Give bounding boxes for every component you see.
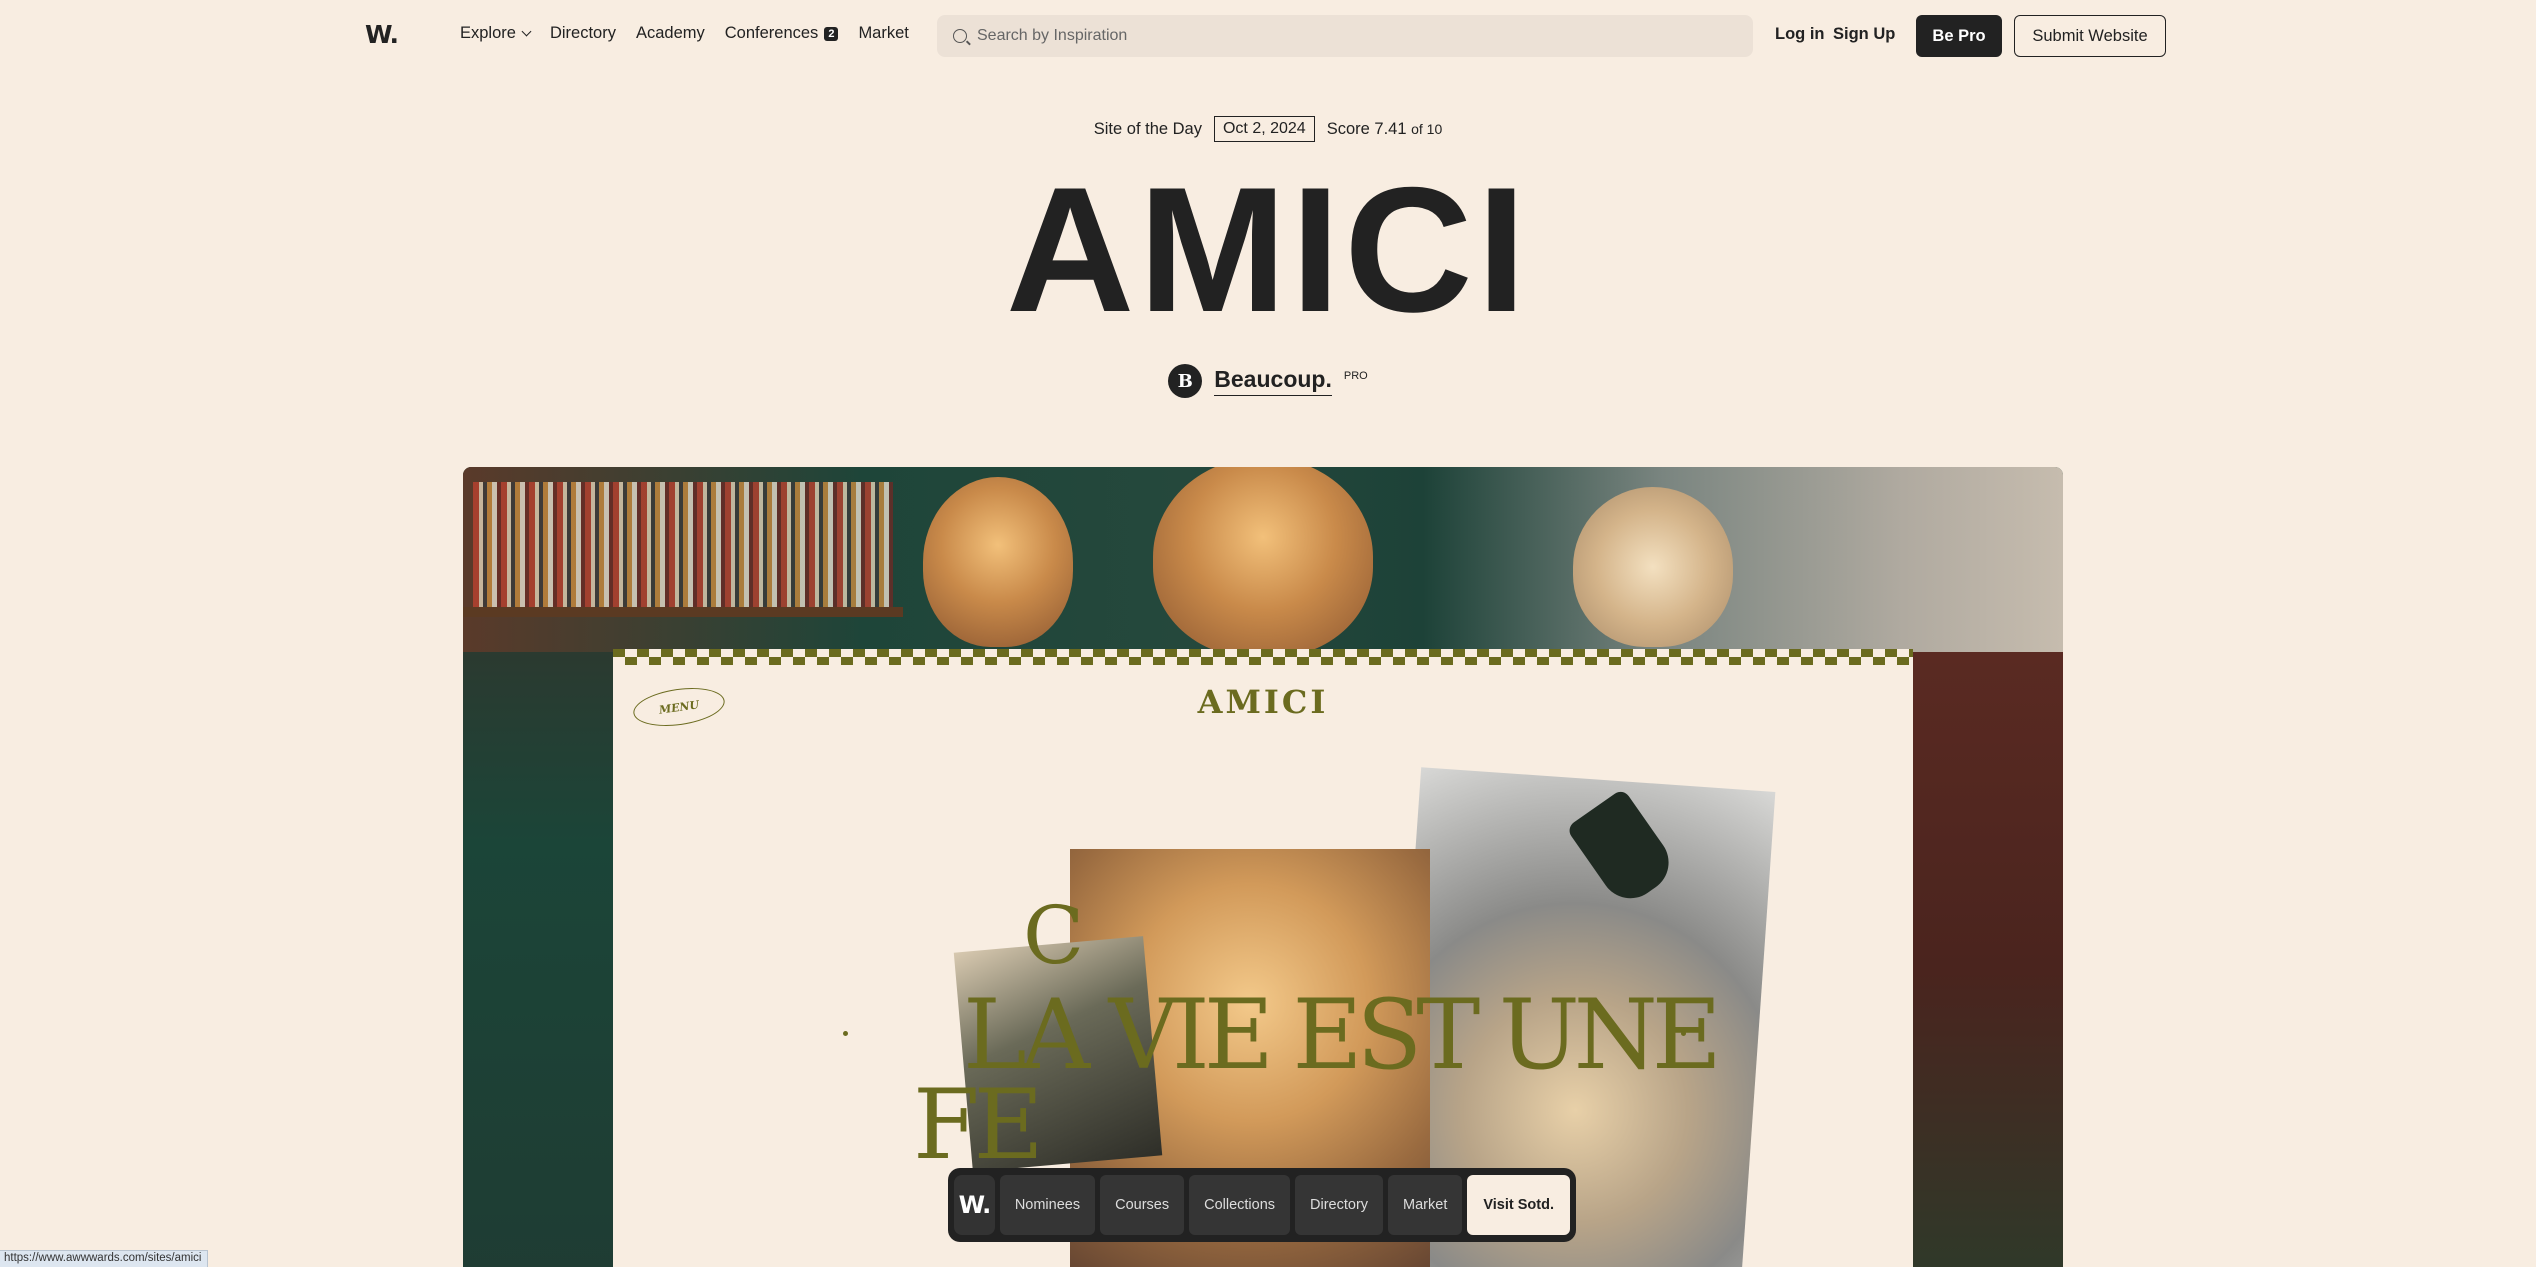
nav-explore-label: Explore bbox=[460, 24, 516, 42]
checkered-border bbox=[613, 649, 1913, 665]
site-title: AMICI bbox=[1005, 150, 1531, 349]
bookshelf-image bbox=[473, 482, 893, 607]
nav-market[interactable]: Market bbox=[858, 24, 908, 43]
top-navbar: W. Explore Directory Academy Conferences… bbox=[0, 0, 2536, 72]
be-pro-button[interactable]: Be Pro bbox=[1916, 15, 2002, 57]
main-nav: Explore Directory Academy Conferences 2 … bbox=[460, 24, 929, 43]
lamp-image bbox=[923, 477, 1073, 647]
award-label: Site of the Day bbox=[1093, 119, 1202, 138]
floating-nav-bar: W. Nominees Courses Collections Director… bbox=[948, 1168, 1576, 1242]
award-date: Oct 2, 2024 bbox=[1213, 116, 1315, 142]
preview-headline-line1: LA VIE EST UNE bbox=[963, 979, 1722, 1091]
preview-headline-top: C bbox=[1023, 889, 1085, 982]
agency-name-link[interactable]: Beaucoup. bbox=[1214, 366, 1332, 396]
chevron-down-icon bbox=[521, 26, 532, 37]
score-of: of 10 bbox=[1411, 120, 1443, 137]
lamp-image bbox=[1573, 487, 1733, 647]
score-value: Score 7.41 bbox=[1326, 119, 1407, 138]
decor-dot bbox=[1681, 1031, 1686, 1036]
lamp-image bbox=[1153, 467, 1373, 657]
award-meta: Site of the Day Oct 2, 2024 Score 7.41 o… bbox=[0, 116, 2536, 142]
preview-left-wall bbox=[463, 652, 613, 1267]
submit-website-button[interactable]: Submit Website bbox=[2014, 15, 2166, 57]
floating-logo[interactable]: W. bbox=[954, 1175, 995, 1235]
floating-market[interactable]: Market bbox=[1388, 1175, 1463, 1235]
status-bar-url: https://www.awwwards.com/sites/amici bbox=[0, 1250, 209, 1267]
nav-directory[interactable]: Directory bbox=[550, 24, 616, 43]
agency-avatar[interactable]: B bbox=[1168, 364, 1203, 398]
preview-right-wall bbox=[1913, 652, 2063, 1267]
floating-courses[interactable]: Courses bbox=[1100, 1175, 1185, 1235]
preview-logo: AMICI bbox=[1197, 683, 1329, 721]
shelf-image bbox=[463, 607, 903, 617]
score: Score 7.41 of 10 bbox=[1327, 120, 1443, 139]
search-icon bbox=[953, 29, 967, 43]
floating-directory[interactable]: Directory bbox=[1295, 1175, 1384, 1235]
login-link[interactable]: Log in bbox=[1775, 25, 1824, 44]
search-input[interactable] bbox=[977, 27, 1677, 45]
signup-link[interactable]: Sign Up bbox=[1833, 25, 1895, 44]
nav-explore[interactable]: Explore bbox=[460, 24, 532, 43]
nav-academy[interactable]: Academy bbox=[636, 24, 705, 43]
preview-headline-line2: FE bbox=[913, 1069, 1044, 1181]
agency-credit: B Beaucoup. PRO bbox=[0, 364, 2536, 398]
nav-conferences-label: Conferences bbox=[724, 24, 819, 42]
nav-conferences[interactable]: Conferences 2 bbox=[725, 24, 839, 43]
floating-collections[interactable]: Collections bbox=[1189, 1175, 1291, 1235]
site-preview[interactable]: MENU AMICI C LA VIE EST UNE FE bbox=[463, 467, 2063, 1267]
visit-sotd-button[interactable]: Visit Sotd. bbox=[1467, 1175, 1570, 1235]
awwwards-logo[interactable]: W. bbox=[365, 20, 399, 49]
search-bar[interactable] bbox=[937, 15, 1753, 57]
conferences-count-badge: 2 bbox=[824, 26, 839, 41]
floating-nominees[interactable]: Nominees bbox=[999, 1175, 1096, 1235]
decor-dot bbox=[843, 1031, 848, 1036]
pro-badge: PRO bbox=[1343, 370, 1368, 382]
